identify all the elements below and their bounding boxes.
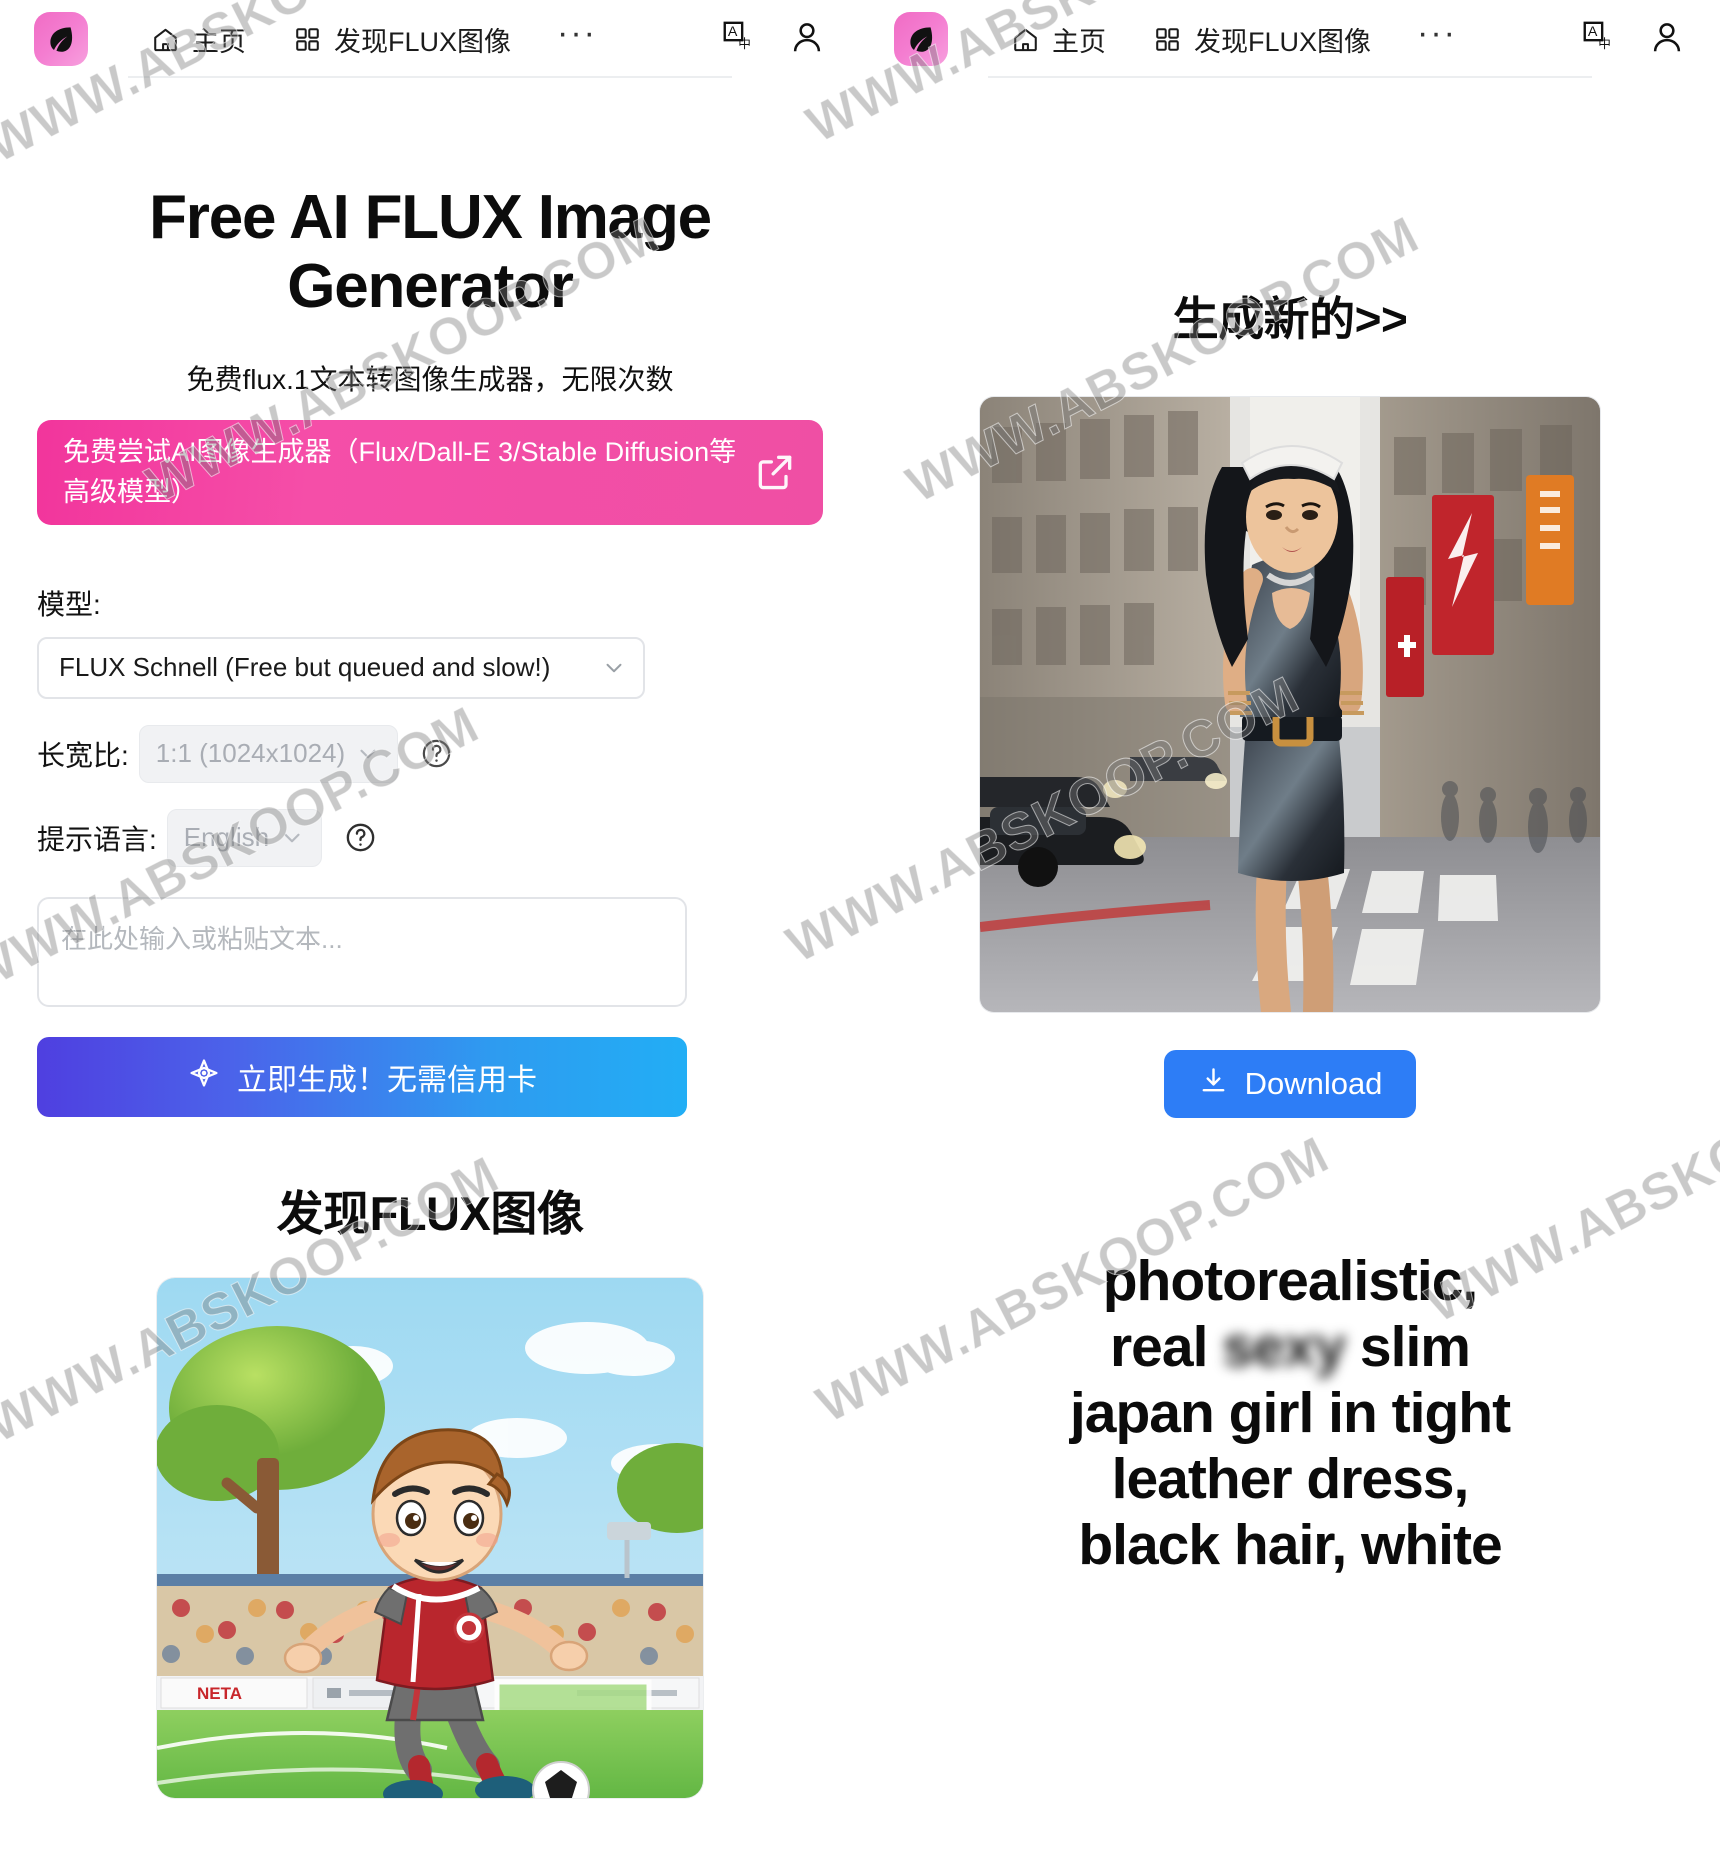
prompt-line-3: japan girl in tight	[1069, 1381, 1511, 1446]
left-panel: 主页 发现FLUX图像 ··· A 中 Free AI FLUX Image G…	[0, 0, 860, 1864]
download-button-label: Download	[1244, 1066, 1383, 1101]
model-select[interactable]: FLUX Schnell (Free but queued and slow!)	[37, 636, 645, 699]
download-button-wrap: Download	[908, 1050, 1672, 1118]
user-icon[interactable]	[1648, 18, 1686, 61]
nav-item-home[interactable]: 主页	[1010, 20, 1106, 59]
prompt-language-value: English	[183, 822, 270, 853]
leaf-logo[interactable]	[894, 12, 948, 66]
chevron-down-icon	[279, 825, 305, 851]
prompt-language-row: 提示语言: English	[37, 808, 823, 867]
primary-nav-right: 主页 发现FLUX图像 ···	[1010, 16, 1457, 59]
grid-icon	[292, 24, 322, 54]
nav-label-discover: 发现FLUX图像	[334, 26, 512, 57]
page-title: Free AI FLUX Image Generator	[149, 183, 712, 322]
chevron-down-icon	[355, 741, 381, 767]
prompt-line-2-before: real	[1110, 1315, 1223, 1380]
prompt-language-help-icon[interactable]	[344, 821, 377, 854]
nav-label-home: 主页	[192, 26, 246, 57]
sparkle-icon	[187, 1056, 221, 1098]
leaf-logo[interactable]	[34, 12, 88, 66]
svg-text:A: A	[1588, 24, 1598, 40]
promo-banner-text: 免费尝试AI图像生成器（Flux/Dall-E 3/Stable Diffusi…	[63, 436, 737, 508]
page-subtitle: 免费flux.1文本转图像生成器，无限次数	[186, 363, 674, 395]
model-select-value: FLUX Schnell (Free but queued and slow!)	[59, 652, 551, 683]
prompt-redacted-word: sexy	[1222, 1315, 1346, 1380]
ad-board-text: NETA	[197, 1684, 242, 1703]
generate-button[interactable]: 立即生成！无需信用卡	[37, 1036, 687, 1117]
svg-text:A: A	[728, 24, 738, 40]
user-icon[interactable]	[788, 18, 826, 61]
prompt-line-2-after: slim	[1345, 1315, 1471, 1380]
chevron-down-icon	[601, 655, 627, 681]
prompt-line-2: real sexy slim	[918, 1314, 1662, 1380]
discover-image[interactable]: NETA	[157, 1277, 703, 1798]
right-content: 生成新的>> Download photorealistic, real sex…	[860, 283, 1720, 1579]
nav-label-discover: 发现FLUX图像	[1194, 26, 1372, 57]
grid-icon	[1152, 24, 1182, 54]
left-content: Free AI FLUX Image Generator 免费flux.1文本转…	[0, 183, 860, 1798]
screenshot-root: 主页 发现FLUX图像 ··· A 中 Free AI FLUX Image G…	[0, 0, 1720, 1864]
svg-text:中: 中	[1598, 36, 1611, 51]
model-label: 模型:	[37, 588, 101, 620]
prompt-line-4: leather dress,	[1111, 1447, 1470, 1512]
promo-banner[interactable]: 免费尝试AI图像生成器（Flux/Dall-E 3/Stable Diffusi…	[37, 419, 823, 525]
nav-item-discover[interactable]: 发现FLUX图像	[292, 20, 511, 59]
translate-icon[interactable]: A 中	[720, 18, 758, 61]
aspect-ratio-help-icon[interactable]	[420, 737, 453, 770]
aspect-ratio-label: 长宽比:	[37, 739, 129, 771]
home-icon	[150, 24, 180, 54]
generate-button-label: 立即生成！无需信用卡	[237, 1063, 537, 1097]
primary-nav-left: 主页 发现FLUX图像 ···	[150, 16, 597, 59]
header-actions-left: A 中	[720, 18, 836, 61]
aspect-ratio-select[interactable]: 1:1 (1024x1024)	[138, 724, 399, 783]
prompt-input[interactable]: 在此处输入或粘贴文本...	[37, 896, 687, 1007]
home-icon	[1010, 24, 1040, 54]
header-divider	[128, 76, 732, 78]
aspect-ratio-row: 长宽比: 1:1 (1024x1024)	[37, 724, 823, 783]
prompt-language-select[interactable]: English	[166, 808, 323, 867]
right-panel: 主页 发现FLUX图像 ··· A 中 生成新的>> Download phot…	[860, 0, 1720, 1864]
nav-item-discover[interactable]: 发现FLUX图像	[1152, 20, 1371, 59]
nav-overflow-button[interactable]: ···	[557, 16, 597, 54]
header-divider	[988, 76, 1592, 78]
svg-text:中: 中	[738, 36, 751, 51]
prompt-text-display: photorealistic, real sexy slim japan gir…	[908, 1248, 1672, 1579]
discover-section-title: 发现FLUX图像	[276, 1186, 584, 1240]
header-actions-right: A 中	[1580, 18, 1696, 61]
site-header-right: 主页 发现FLUX图像 ··· A 中	[860, 0, 1720, 78]
download-icon	[1198, 1065, 1229, 1104]
external-link-icon	[753, 450, 797, 494]
translate-icon[interactable]: A 中	[1580, 18, 1618, 61]
site-header-left: 主页 发现FLUX图像 ··· A 中	[0, 0, 860, 78]
nav-label-home: 主页	[1052, 26, 1106, 57]
generate-new-heading: 生成新的>>	[1172, 293, 1408, 345]
nav-overflow-button[interactable]: ···	[1417, 16, 1457, 54]
prompt-language-label: 提示语言:	[37, 823, 157, 855]
download-button[interactable]: Download	[1163, 1050, 1417, 1118]
prompt-line-5: black hair, white	[1078, 1513, 1502, 1578]
generated-image[interactable]	[980, 397, 1600, 1012]
prompt-line-1: photorealistic,	[1102, 1249, 1479, 1313]
nav-item-home[interactable]: 主页	[150, 20, 246, 59]
aspect-ratio-value: 1:1 (1024x1024)	[155, 738, 346, 769]
